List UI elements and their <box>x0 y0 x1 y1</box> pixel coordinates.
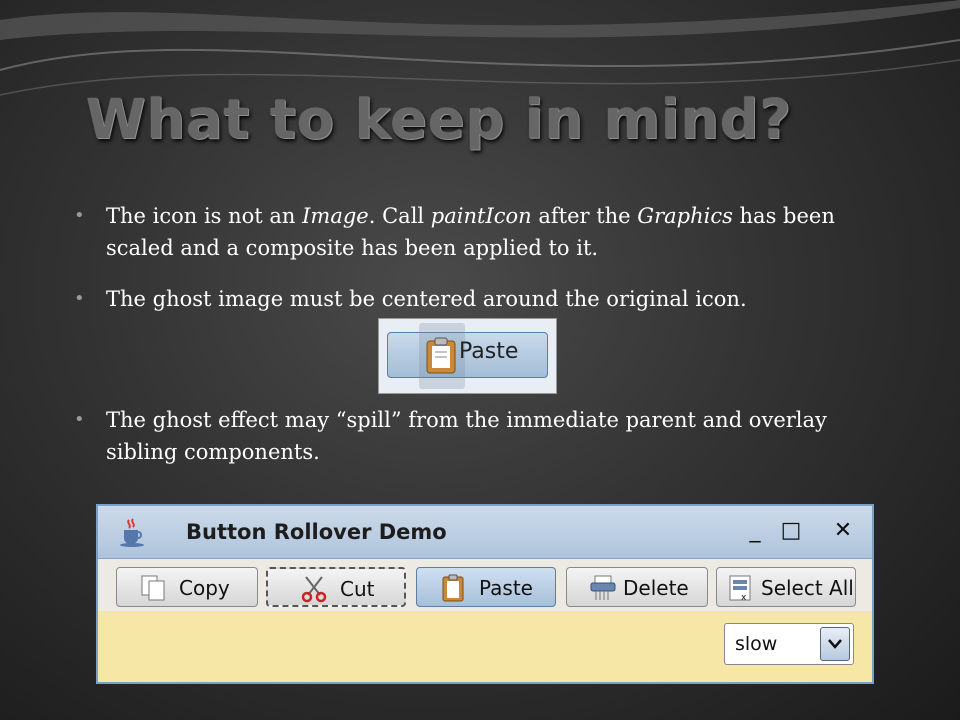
bullet-text: The ghost image must be centered around … <box>106 287 747 311</box>
bullet-dot-icon: • <box>74 205 85 226</box>
slide-title: What to keep in mind? <box>86 88 792 151</box>
demo-window: Button Rollover Demo _ □ ✕ Copy Cut Past… <box>96 504 874 684</box>
shredder-icon <box>590 575 616 600</box>
select-all-label: Select All <box>761 576 854 600</box>
select-all-button[interactable]: x Select All <box>716 567 856 607</box>
bullet-item: • The ghost image must be centered aroun… <box>74 283 874 315</box>
status-panel: slow <box>98 611 872 682</box>
scissors-icon <box>301 576 327 603</box>
copy-label: Copy <box>179 576 230 600</box>
svg-text:x: x <box>741 593 747 602</box>
clipboard-icon <box>442 574 464 602</box>
speed-select-value: slow <box>735 633 778 655</box>
bullet-dot-icon: • <box>74 409 85 430</box>
window-titlebar[interactable]: Button Rollover Demo _ □ ✕ <box>98 506 872 559</box>
select-all-icon: x <box>729 575 751 602</box>
bullet-dot-icon: • <box>74 288 85 309</box>
window-toolbar: Copy Cut Paste Delete x Select All <box>98 559 872 611</box>
delete-label: Delete <box>623 576 689 600</box>
bullet-item: • The ghost effect may “spill” from the … <box>74 404 874 468</box>
chevron-down-icon[interactable] <box>820 627 850 661</box>
paste-example-label: Paste <box>459 339 519 364</box>
cut-label: Cut <box>340 577 375 601</box>
speed-select[interactable]: slow <box>724 623 854 665</box>
copy-icon <box>141 575 165 601</box>
window-title: Button Rollover Demo <box>186 520 447 544</box>
bullet-text: The icon is not an Image. Call paintIcon… <box>106 204 835 260</box>
paste-label: Paste <box>479 576 533 600</box>
close-button[interactable]: ✕ <box>830 518 856 544</box>
paste-example-image: Paste <box>378 318 557 394</box>
maximize-button[interactable]: □ <box>778 518 804 544</box>
bullet-item: • The icon is not an Image. Call paintIc… <box>74 200 874 264</box>
clipboard-icon <box>426 337 456 374</box>
java-coffee-icon <box>120 518 144 547</box>
paste-button[interactable]: Paste <box>416 567 556 607</box>
minimize-button[interactable]: _ <box>742 518 768 544</box>
bullet-text: The ghost effect may “spill” from the im… <box>106 408 827 464</box>
delete-button[interactable]: Delete <box>566 567 708 607</box>
cut-button[interactable]: Cut <box>266 567 406 607</box>
copy-button[interactable]: Copy <box>116 567 258 607</box>
